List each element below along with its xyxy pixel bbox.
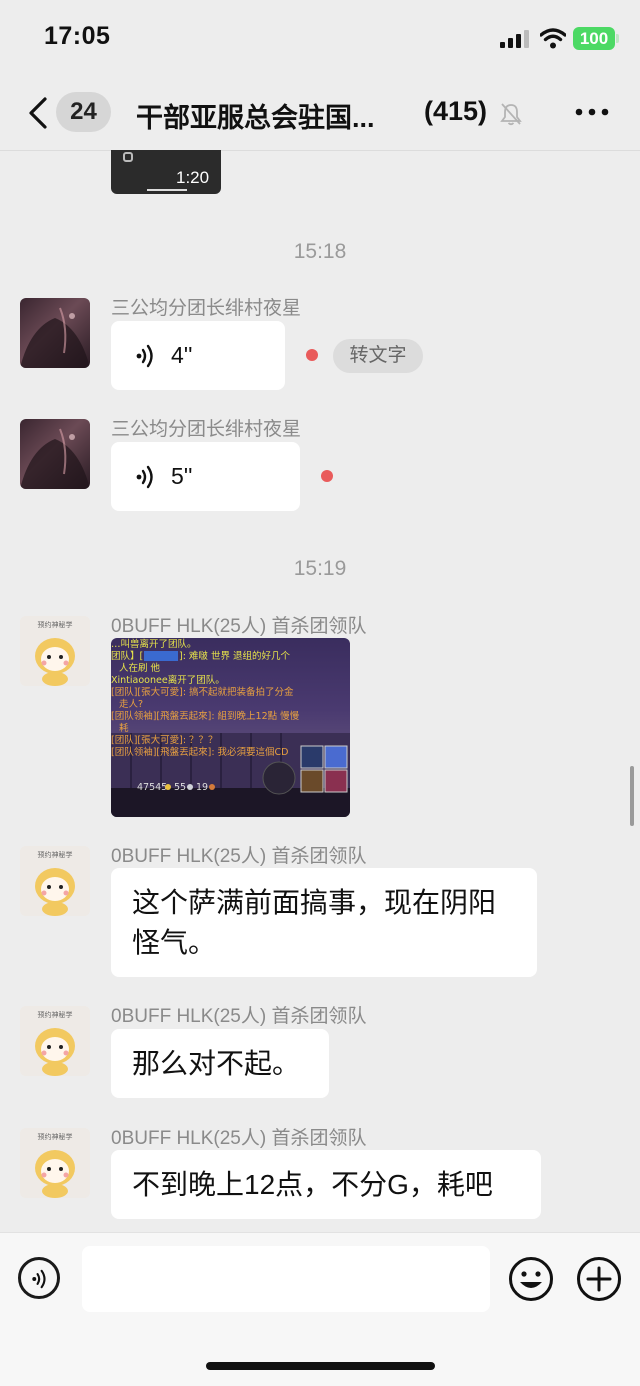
voice-input-icon <box>32 1269 46 1289</box>
avatar-caption: 预约神秘学 <box>38 1010 73 1019</box>
unread-count-badge[interactable]: 24 <box>56 92 111 132</box>
voice-duration: 4'' <box>171 342 193 368</box>
video-camera-icon <box>123 152 133 162</box>
game-chat-line: 团队】[ <box>111 650 143 662</box>
voice-input-button[interactable] <box>18 1257 60 1299</box>
member-count: (415) <box>424 96 488 126</box>
avatar-caption: 预约神秘学 <box>38 620 73 629</box>
plus-icon[interactable] <box>576 1256 622 1302</box>
game-chat-line: [团队][張大可愛]: ？？？ <box>111 734 218 746</box>
message-text-line: 那么对不起。 <box>132 1048 301 1079</box>
game-silver-count: 55 <box>174 782 186 793</box>
sender-name: 三公均分团长绯村夜星 <box>111 298 302 319</box>
game-chat-line: Xintiaoonee离开了团队。 <box>111 674 225 686</box>
game-chat-line: 耗 <box>119 723 129 734</box>
battery-tip <box>616 34 619 43</box>
voice-wave-icon <box>136 344 153 368</box>
home-indicator[interactable] <box>206 1362 435 1370</box>
text-message-bubble[interactable]: 这个萨满前面搞事，现在阴阳 怪气。 <box>111 868 537 977</box>
avatar[interactable]: 预约神秘学 <box>20 616 90 686</box>
voice-message-bubble[interactable]: 5'' <box>111 442 300 511</box>
avatar[interactable] <box>20 298 90 368</box>
avatar[interactable]: 预约神秘学 <box>20 1006 90 1076</box>
signal-icon <box>500 30 529 48</box>
game-chat-line: 走人? <box>119 699 143 710</box>
avatar[interactable]: 预约神秘学 <box>20 846 90 916</box>
game-gold-count: 47545 <box>137 782 167 793</box>
avatar-caption: 预约神秘学 <box>38 850 73 859</box>
game-chat-line: [团队领袖][飛盤丟起來]: 組到晚上12點 慢慢 <box>111 710 300 722</box>
sender-name: 0BUFF HLK(25人) 首杀团领队 <box>111 846 367 867</box>
unread-voice-dot <box>306 349 318 361</box>
sender-name: 0BUFF HLK(25人) 首杀团领队 <box>111 1006 367 1027</box>
game-copper-count: 19 <box>196 782 208 793</box>
voice-message-bubble[interactable]: 4'' <box>111 321 285 390</box>
video-progress-bar <box>147 189 187 191</box>
avatar[interactable] <box>20 419 90 489</box>
header-divider <box>0 150 640 151</box>
game-chat-line: [团队领袖][飛盤丟起來]: 我必須要這個CD <box>111 746 289 758</box>
unread-voice-dot <box>321 470 333 482</box>
message-text-line: 怪气。 <box>132 927 217 958</box>
avatar[interactable]: 预约神秘学 <box>20 1128 90 1198</box>
avatar-caption: 预约神秘学 <box>38 1132 73 1141</box>
status-time: 17:05 <box>44 22 111 50</box>
image-message[interactable]: …叫兽离开了团队。 团队】[ ]: 难啵 世界 退组的好几个 人在刷 他 Xin… <box>111 638 350 817</box>
more-icon[interactable] <box>575 108 609 116</box>
timestamp: 15:18 <box>293 240 347 263</box>
sender-name: 0BUFF HLK(25人) 首杀团领队 <box>111 1128 367 1149</box>
wifi-icon <box>540 28 566 49</box>
game-chat-line: …叫兽离开了团队。 <box>111 638 197 650</box>
timestamp: 15:19 <box>293 557 347 580</box>
chat-title: 干部亚服总会驻国... <box>136 103 375 133</box>
convert-to-text-button[interactable]: 转文字 <box>333 339 423 373</box>
game-chat-line: ]: 难啵 世界 退组的好几个 <box>179 650 290 662</box>
video-duration: 1:20 <box>176 168 210 187</box>
text-message-bubble[interactable]: 那么对不起。 <box>111 1029 329 1098</box>
message-text-line: 不到晚上12点，不分G，耗吧 <box>132 1169 493 1200</box>
emoji-icon[interactable] <box>508 1256 554 1302</box>
message-text-line: 这个萨满前面搞事，现在阴阳 <box>132 887 497 918</box>
scrollbar[interactable] <box>630 766 634 826</box>
message-input[interactable] <box>82 1246 490 1312</box>
sender-name: 0BUFF HLK(25人) 首杀团领队 <box>111 616 367 637</box>
back-icon[interactable] <box>26 96 50 130</box>
game-chat-line: 人在刷 他 <box>119 662 161 674</box>
mute-icon <box>500 103 522 126</box>
battery-indicator: 100 <box>573 27 615 50</box>
sender-name: 三公均分团长绯村夜星 <box>111 419 302 440</box>
voice-duration: 5'' <box>171 463 193 489</box>
text-message-bubble[interactable]: 不到晚上12点，不分G，耗吧 <box>111 1150 541 1219</box>
voice-wave-icon <box>136 465 153 489</box>
game-chat-line: [团队][張大可愛]: 搞不起就把装备拍了分金 <box>111 686 294 698</box>
